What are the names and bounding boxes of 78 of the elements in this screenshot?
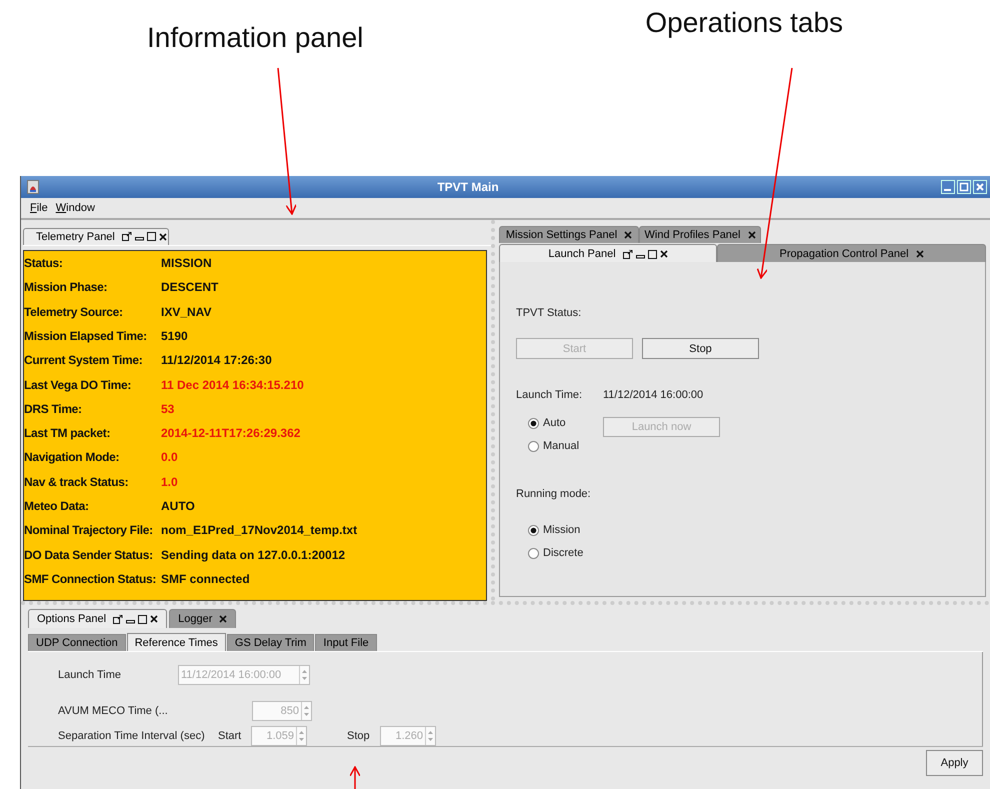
field-value: MISSION [161,256,212,270]
field-label: Start [218,730,242,742]
field-value: Sending data on 127.0.0.1:20012 [161,548,346,562]
panel-tab[interactable]: Options Panel [28,609,168,628]
annotation-label: Operations tabs [645,7,844,39]
menu-item[interactable]: File [30,202,48,214]
close-icon[interactable] [150,615,158,623]
undock-icon[interactable] [622,250,633,258]
radio-option[interactable]: Auto [528,417,603,429]
field-label: Launch Time [58,669,122,681]
field-label: DO Data Sender Status: [24,548,154,562]
pointer-arrow [349,766,361,789]
field-label: Mission Phase: [24,280,108,294]
field-label: AVUM MECO Time (... [58,705,169,717]
window-title: TPVT Main [436,180,500,194]
menu-item[interactable]: Window [56,202,95,214]
status-label: TPVT Status: [516,307,582,319]
field-label: Current System Time: [24,353,144,368]
sub-tab[interactable]: UDP Connection [28,634,126,651]
close-icon[interactable] [916,250,924,258]
action-button[interactable]: Stop [642,338,759,359]
undock-icon[interactable] [122,232,132,242]
undock-icon[interactable] [113,614,124,624]
field-value: 11/12/2014 17:26:30 [161,353,272,368]
radio-option[interactable]: Discrete [528,547,603,559]
panel-tab[interactable]: Launch Panel [499,244,717,263]
annotation-label: Information panel [147,22,364,54]
field-label: Status: [24,256,64,270]
maximize-icon[interactable] [146,232,156,242]
panel-tab[interactable]: Wind Profiles Panel [639,226,761,243]
close-icon[interactable] [748,231,756,239]
field-label: Stop [347,730,371,742]
panel-tab[interactable]: Mission Settings Panel [499,226,639,243]
radio-icon[interactable] [528,548,539,558]
field-label: Navigation Mode: [24,450,120,464]
field-value: nom_E1Pred_17Nov2014_temp.txt [161,523,358,538]
field-value: 5190 [161,328,188,343]
close-icon[interactable] [624,231,632,239]
field-value: 11/12/2014 16:00:00 [603,389,704,401]
close-icon[interactable] [158,232,167,241]
radio-icon[interactable] [528,524,539,536]
field-value: IXV_NAV [161,304,212,319]
close-icon[interactable] [660,250,668,258]
field-label: Nominal Trajectory File: [24,523,154,538]
section-label: Running mode: [516,488,592,500]
field-value: 0.0 [161,450,178,464]
panel-tab[interactable]: Telemetry Panel [23,228,169,245]
field-value: 2014-12-11T17:26:29.362 [161,426,300,440]
panel-tab[interactable]: Logger [169,609,236,628]
field-value: 1.0 [161,474,178,489]
field-value: AUTO [161,499,195,513]
maximize-icon[interactable] [648,250,657,258]
field-label: Separation Time Interval (sec) [58,730,206,742]
field-value: 53 [161,402,174,416]
sub-tab[interactable]: Input File [315,634,377,651]
close-icon[interactable] [219,615,228,623]
field-label: SMF Connection Status: [24,572,158,586]
field-label: Mission Elapsed Time: [24,328,148,343]
sub-tab[interactable]: Reference Times [126,633,226,651]
field-value: 11 Dec 2014 16:34:15.210 [161,378,304,392]
field-label: Nav & track Status: [24,474,130,489]
radio-icon[interactable] [528,440,539,452]
radio-option[interactable]: Manual [528,440,603,452]
panel-tab[interactable]: Propagation Control Panel [717,244,986,263]
field-label: Launch Time: [516,389,584,401]
maximize-icon[interactable] [138,614,148,624]
field-value: SMF connected [161,572,250,586]
app-icon [27,180,39,194]
field-label: Meteo Data: [24,499,90,513]
field-label: Last Vega DO Time: [24,378,132,392]
radio-option[interactable]: Mission [528,524,603,536]
field-label: DRS Time: [24,402,83,416]
apply-button[interactable]: Apply [926,750,983,776]
field-label: Telemetry Source: [24,304,124,319]
field-label: Last TM packet: [24,426,112,440]
radio-icon[interactable] [528,418,539,428]
sub-tab[interactable]: GS Delay Trim [226,634,314,651]
field-value: DESCENT [161,280,218,294]
